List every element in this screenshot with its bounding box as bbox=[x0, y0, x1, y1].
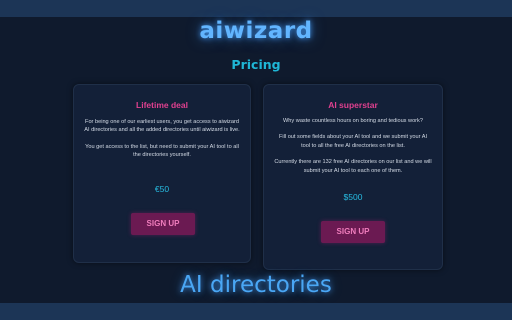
plan-card-ai-superstar: AI superstar Why waste countless hours o… bbox=[263, 84, 443, 270]
section-title-ai-directories: AI directories bbox=[180, 272, 332, 298]
plan-title: Lifetime deal bbox=[136, 100, 188, 110]
plan-description-paragraph: Why waste countless hours on boring and … bbox=[283, 118, 423, 124]
plan-description-paragraph: Currently there are 132 free AI director… bbox=[274, 159, 432, 174]
plan-description-paragraph: Fill out some fields about your AI tool … bbox=[279, 134, 427, 149]
pricing-heading: Pricing bbox=[231, 57, 281, 72]
bottom-banner bbox=[0, 303, 512, 320]
plan-price: $500 bbox=[343, 192, 363, 202]
signup-button[interactable]: SIGN UP bbox=[131, 213, 195, 235]
plan-price: €50 bbox=[154, 184, 170, 194]
plan-description: Why waste countless hours on boring and … bbox=[274, 117, 432, 175]
top-banner bbox=[0, 0, 512, 17]
brand-logo-text[interactable]: aiwizard bbox=[0, 18, 512, 44]
plan-card-lifetime-deal: Lifetime deal For being one of our earli… bbox=[73, 84, 251, 263]
signup-button[interactable]: SIGN UP bbox=[321, 221, 385, 243]
plan-description: For being one of our earliest users, you… bbox=[84, 118, 240, 160]
plan-title: AI superstar bbox=[328, 100, 378, 110]
plan-description-paragraph: For being one of our earliest users, you… bbox=[84, 119, 240, 134]
plan-description-paragraph: You get access to the list, but need to … bbox=[85, 143, 239, 159]
